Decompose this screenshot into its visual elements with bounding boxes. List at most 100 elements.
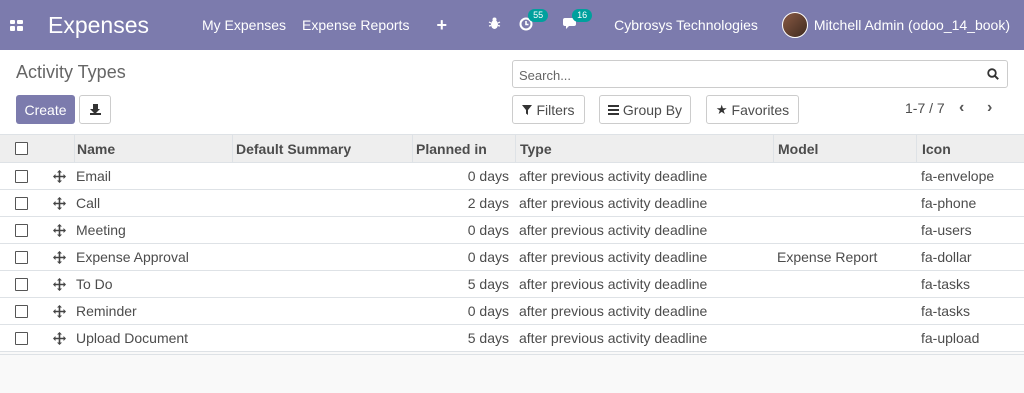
drag-handle-icon[interactable]: [44, 298, 74, 324]
bug-icon[interactable]: [488, 17, 501, 33]
message-count-badge: 16: [572, 9, 593, 22]
breadcrumb: Activity Types: [16, 62, 126, 82]
list-icon: [607, 104, 619, 115]
row-checkbox[interactable]: [15, 223, 28, 237]
empty-list-area: [0, 354, 1024, 393]
row-checkbox[interactable]: [15, 250, 28, 264]
create-button[interactable]: Create: [16, 95, 75, 124]
cell-planned-in: 0 days: [467, 222, 509, 238]
select-all-checkbox[interactable]: [15, 142, 28, 155]
cell-icon: fa-envelope: [921, 168, 995, 184]
table-row[interactable]: To Do 5 days after previous activity deadl…: [0, 271, 1024, 298]
row-select-cell: [0, 325, 44, 351]
table-row[interactable]: Email 0 days after previous activity deadl…: [0, 163, 1024, 190]
company-switcher[interactable]: Cybrosys Technologies: [614, 17, 758, 33]
top-navbar: Expenses My Expenses Expense Reports + 5…: [0, 0, 1024, 50]
menu-my-expenses[interactable]: My Expenses: [202, 17, 286, 33]
group-by-button[interactable]: Group By: [599, 95, 691, 124]
cell-name: Meeting: [76, 222, 126, 238]
chevron-left-icon[interactable]: ‹: [959, 99, 964, 117]
table-row[interactable]: Reminder 0 days after previous activity de…: [0, 298, 1024, 325]
app-title[interactable]: Expenses: [48, 12, 186, 39]
row-checkbox[interactable]: [15, 196, 28, 210]
download-icon: [89, 104, 101, 115]
table-row[interactable]: Meeting 0 days after previous activity dea…: [0, 217, 1024, 244]
activity-count-badge: 55: [528, 8, 549, 22]
column-header-name[interactable]: Name: [74, 135, 232, 162]
cell-default-summary: [232, 271, 412, 297]
drag-handle-icon[interactable]: [44, 163, 74, 189]
row-select-cell: [0, 271, 44, 297]
select-all-cell: [0, 135, 44, 162]
cell-icon: fa-phone: [921, 195, 977, 211]
table-row[interactable]: Call 2 days after previous activity deadli…: [0, 190, 1024, 217]
table-row[interactable]: Expense Approval 0 days after previous act…: [0, 244, 1024, 271]
cell-name: To Do: [76, 276, 113, 292]
navbar-right: 55 16 Cybrosys Technologies Mitchell Adm…: [488, 0, 1024, 50]
cell-icon: fa-dollar: [921, 249, 972, 265]
search-box[interactable]: [512, 60, 1008, 88]
cell-name: Upload Document: [76, 330, 189, 346]
cell-model: [773, 298, 916, 324]
column-header-default-summary[interactable]: Default Summary: [232, 135, 412, 162]
pager-value[interactable]: 1-7 / 7: [905, 100, 945, 116]
chevron-right-icon[interactable]: ›: [987, 99, 992, 117]
search-input[interactable]: [519, 65, 979, 85]
cell-model: [773, 325, 916, 351]
cell-default-summary: [232, 244, 412, 270]
apps-icon[interactable]: [0, 0, 32, 50]
menu-expense-reports[interactable]: Expense Reports: [302, 17, 409, 33]
cell-default-summary: [232, 325, 412, 351]
drag-handle-icon[interactable]: [44, 217, 74, 243]
cell-type: after previous activity deadline: [519, 195, 708, 211]
cell-icon: fa-upload: [921, 330, 980, 346]
cell-model: [773, 163, 916, 189]
drag-handle-icon[interactable]: [44, 271, 74, 297]
cell-model: [773, 217, 916, 243]
row-checkbox[interactable]: [15, 277, 28, 291]
search-icon[interactable]: [987, 68, 999, 80]
avatar[interactable]: [781, 12, 808, 38]
cell-name: Call: [76, 195, 101, 211]
drag-handle-icon[interactable]: [44, 244, 74, 270]
activity-icon[interactable]: 55: [519, 8, 549, 34]
row-select-cell: [0, 298, 44, 324]
table-header: Name Default Summary Planned in Type Mod…: [0, 135, 1024, 163]
user-menu[interactable]: Mitchell Admin (odoo_14_book): [814, 17, 1010, 33]
column-header-planned-in[interactable]: Planned in: [412, 135, 515, 162]
column-header-model[interactable]: Model: [773, 135, 916, 162]
favorites-label: Favorites: [731, 101, 790, 118]
drag-handle-icon[interactable]: [44, 190, 74, 216]
download-button[interactable]: [79, 95, 111, 124]
row-checkbox[interactable]: [15, 304, 28, 318]
star-icon: ★: [715, 101, 728, 117]
row-select-cell: [0, 190, 44, 216]
cell-icon: fa-users: [921, 222, 972, 238]
cell-planned-in: 0 days: [467, 303, 509, 319]
chat-icon[interactable]: 16: [563, 9, 593, 33]
column-header-type[interactable]: Type: [515, 135, 773, 162]
cell-name: Email: [76, 168, 112, 184]
filters-button[interactable]: Filters: [512, 95, 585, 124]
row-select-cell: [0, 163, 44, 189]
row-checkbox[interactable]: [15, 169, 28, 183]
cell-type: after previous activity deadline: [519, 249, 708, 265]
cell-model: [773, 271, 916, 297]
row-select-cell: [0, 244, 44, 270]
column-header-icon[interactable]: Icon: [916, 135, 1024, 162]
cell-model: [773, 190, 916, 216]
favorites-button[interactable]: ★ Favorites: [706, 95, 799, 124]
header-handle-cell: [44, 135, 74, 162]
drag-handle-icon[interactable]: [44, 325, 74, 351]
cell-default-summary: [232, 163, 412, 189]
cell-name: Reminder: [76, 303, 137, 319]
cell-planned-in: 0 days: [467, 249, 509, 265]
cell-planned-in: 5 days: [467, 330, 509, 346]
cell-type: after previous activity deadline: [519, 222, 708, 238]
plus-icon[interactable]: +: [436, 15, 447, 36]
cell-type: after previous activity deadline: [519, 303, 708, 319]
table-row[interactable]: Upload Document 5 days after previous acti…: [0, 325, 1024, 352]
cell-default-summary: [232, 298, 412, 324]
table-body: Email 0 days after previous activity deadl…: [0, 163, 1024, 352]
row-checkbox[interactable]: [15, 331, 28, 345]
